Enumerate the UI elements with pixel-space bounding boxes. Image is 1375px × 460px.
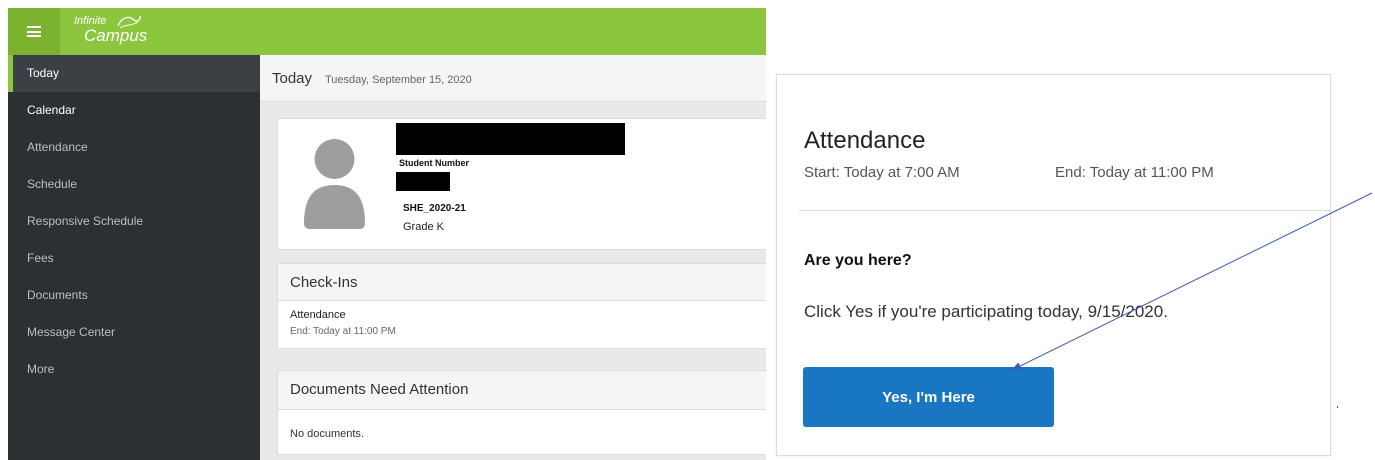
app-window: Infinite Campus Today Calendar Attendanc… [8,8,766,460]
documents-heading: Documents Need Attention [290,381,469,398]
checkin-item-title: Attendance [290,309,346,321]
today-header: Today Tuesday, September 15, 2020 [260,55,766,102]
sidebar-item-attendance[interactable]: Attendance [8,129,260,166]
hamburger-icon [27,26,41,37]
attendance-start-time: Start: Today at 7:00 AM [804,164,960,181]
hamburger-menu-button[interactable] [8,8,60,55]
sidebar-item-message-center[interactable]: Message Center [8,314,260,351]
checkin-item-attendance[interactable]: Attendance End: Today at 11:00 PM [277,300,766,349]
sidebar-item-fees[interactable]: Fees [8,240,260,277]
documents-empty-text: No documents. [290,428,364,440]
checkin-item-end-time: End: Today at 11:00 PM [290,326,396,337]
top-bar: Infinite Campus [8,8,766,55]
redacted-student-number [396,172,450,191]
documents-header: Documents Need Attention [277,370,766,410]
sidebar-item-more[interactable]: More [8,351,260,388]
divider [799,210,1330,211]
page-title: Today [272,70,313,87]
checkins-heading: Check-Ins [290,274,358,291]
yes-im-here-button[interactable]: Yes, I'm Here [803,367,1054,427]
redacted-student-name [396,123,625,155]
sidebar: Today Calendar Attendance Schedule Respo… [8,55,260,460]
attendance-end-time: End: Today at 11:00 PM [1055,164,1214,181]
avatar-placeholder-icon [304,139,365,229]
student-profile-card: Student Number SHE_2020-21 Grade K [277,118,766,250]
attendance-question: Are you here? [804,252,912,269]
today-date: Tuesday, September 15, 2020 [325,74,472,86]
checkins-header: Check-Ins [277,263,766,301]
student-number-label: Student Number [399,158,470,168]
main-content: Today Tuesday, September 15, 2020 Studen… [260,55,766,460]
sidebar-item-schedule[interactable]: Schedule [8,166,260,203]
sidebar-item-responsive-schedule[interactable]: Responsive Schedule [8,203,260,240]
attendance-title: Attendance [804,127,926,154]
sidebar-item-calendar[interactable]: Calendar [8,92,260,129]
sidebar-item-documents[interactable]: Documents [8,277,260,314]
sidebar-item-today[interactable]: Today [8,55,260,92]
documents-list: No documents. [277,409,766,455]
infinite-campus-logo[interactable]: Infinite Campus [74,15,147,44]
logo-swoosh-icon [117,15,141,29]
attendance-checkin-panel: Attendance Start: Today at 7:00 AM End: … [776,74,1331,456]
school-year: SHE_2020-21 [403,203,466,214]
attendance-instruction: Click Yes if you're participating today,… [804,302,1168,321]
grade-level: Grade K [403,221,444,233]
